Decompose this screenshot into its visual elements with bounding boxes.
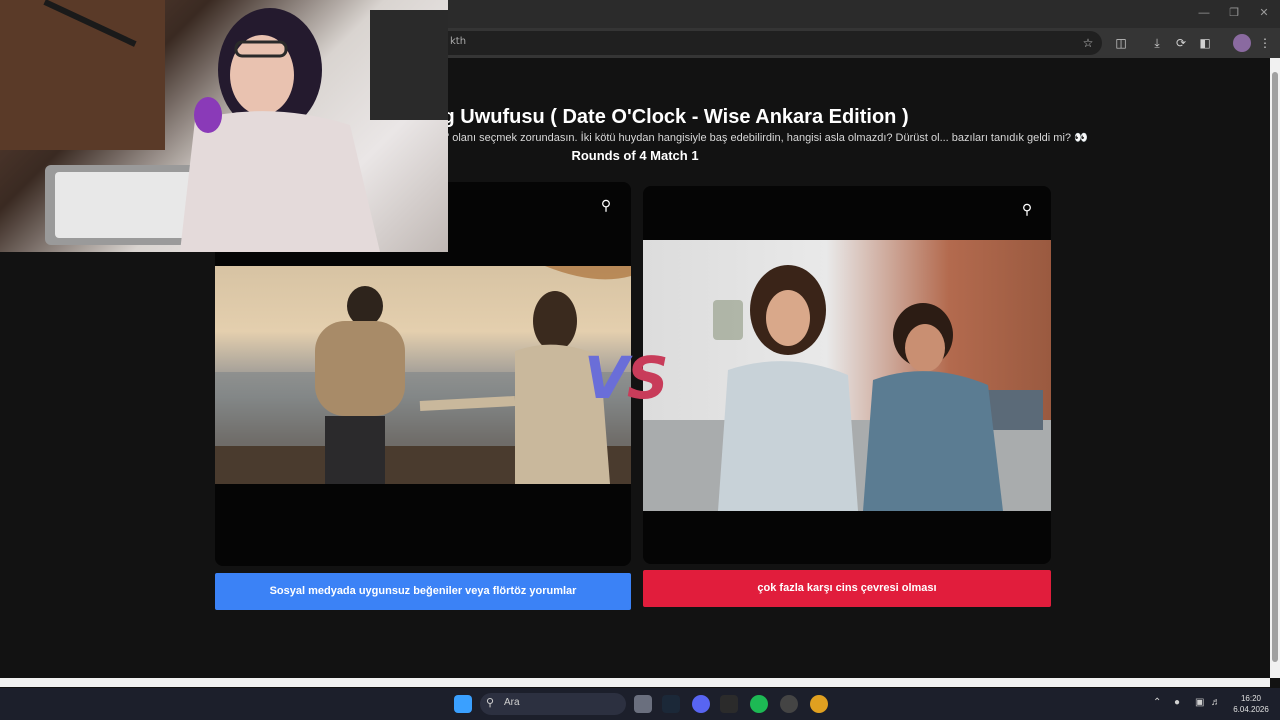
tray-chevron-icon[interactable]: ⌃ bbox=[1153, 697, 1161, 708]
minimize-icon[interactable]: — bbox=[1194, 4, 1214, 22]
clock-time: 16:20 bbox=[1240, 694, 1262, 703]
windows-taskbar: ⚲ Ara ⌃ ● ▣ ♬ 16:20 6.04.2026 bbox=[0, 688, 1280, 720]
page-title: ag Uwufusu ( Date O'Clock - Wise Ankara … bbox=[431, 106, 909, 128]
vertical-scrollbar[interactable] bbox=[1270, 58, 1280, 678]
versus-v: V bbox=[584, 344, 629, 412]
close-icon[interactable]: ✕ bbox=[1254, 4, 1274, 22]
versus-label: VS bbox=[584, 344, 669, 412]
download-icon[interactable]: ⤓ bbox=[1148, 34, 1166, 52]
search-icon: ⚲ bbox=[486, 697, 495, 709]
zoom-in-icon[interactable]: ⚲ bbox=[1018, 200, 1036, 218]
versus-s: S bbox=[626, 344, 669, 412]
app-icon[interactable] bbox=[720, 695, 738, 713]
maximize-icon[interactable]: ❐ bbox=[1224, 4, 1244, 22]
microphone-icon[interactable]: ● bbox=[1174, 697, 1180, 708]
clock-date: 6.04.2026 bbox=[1233, 705, 1269, 714]
right-option-card[interactable]: ⚲ bbox=[643, 186, 1051, 564]
zoom-in-icon[interactable]: ⚲ bbox=[597, 196, 615, 214]
translate-icon[interactable]: ◧ bbox=[1196, 34, 1214, 52]
left-choice-button[interactable]: Sosyal medyada uygunsuz beğeniler veya f… bbox=[215, 573, 631, 610]
taskbar-search-label: Ara bbox=[504, 697, 520, 708]
obs-icon[interactable] bbox=[780, 695, 798, 713]
steam-icon[interactable] bbox=[662, 695, 680, 713]
windows-start-icon[interactable] bbox=[454, 695, 472, 713]
star-icon[interactable]: ☆ bbox=[1079, 34, 1097, 52]
spotify-icon[interactable] bbox=[750, 695, 768, 713]
horizontal-scrollbar[interactable] bbox=[0, 678, 1270, 687]
extensions-icon[interactable]: ◫ bbox=[1112, 34, 1130, 52]
scrollbar-thumb[interactable] bbox=[1272, 72, 1278, 662]
couple-holding-hands-illustration bbox=[215, 266, 631, 484]
couple-holding-hands-photo[interactable] bbox=[215, 266, 631, 484]
couple-arguing-photo[interactable] bbox=[643, 240, 1051, 511]
webcam-overlay bbox=[0, 0, 448, 252]
history-icon[interactable]: ⟳ bbox=[1172, 34, 1190, 52]
address-bar-url: kth bbox=[450, 36, 467, 47]
webcam-streamer-illustration bbox=[0, 0, 448, 252]
couple-arguing-illustration bbox=[643, 265, 1051, 511]
file-explorer-icon[interactable] bbox=[634, 695, 652, 713]
taskbar-clock[interactable]: 16:20 6.04.2026 bbox=[1226, 693, 1276, 715]
right-choice-button[interactable]: çok fazla karşı cins çevresi olması bbox=[643, 570, 1051, 607]
round-info: Rounds of 4 Match 1 bbox=[571, 148, 699, 163]
chrome-icon[interactable] bbox=[810, 695, 828, 713]
menu-icon[interactable]: ⋮ bbox=[1256, 34, 1274, 52]
discord-icon[interactable] bbox=[692, 695, 710, 713]
volume-icon[interactable]: ♬ bbox=[1211, 697, 1221, 708]
page-description: şer" olanı seçmek zorundasın. İki kötü h… bbox=[430, 132, 1088, 144]
taskbar-search[interactable]: ⚲ Ara bbox=[480, 693, 626, 715]
profile-icon[interactable] bbox=[1233, 34, 1251, 52]
network-icon[interactable]: ▣ bbox=[1195, 697, 1204, 708]
